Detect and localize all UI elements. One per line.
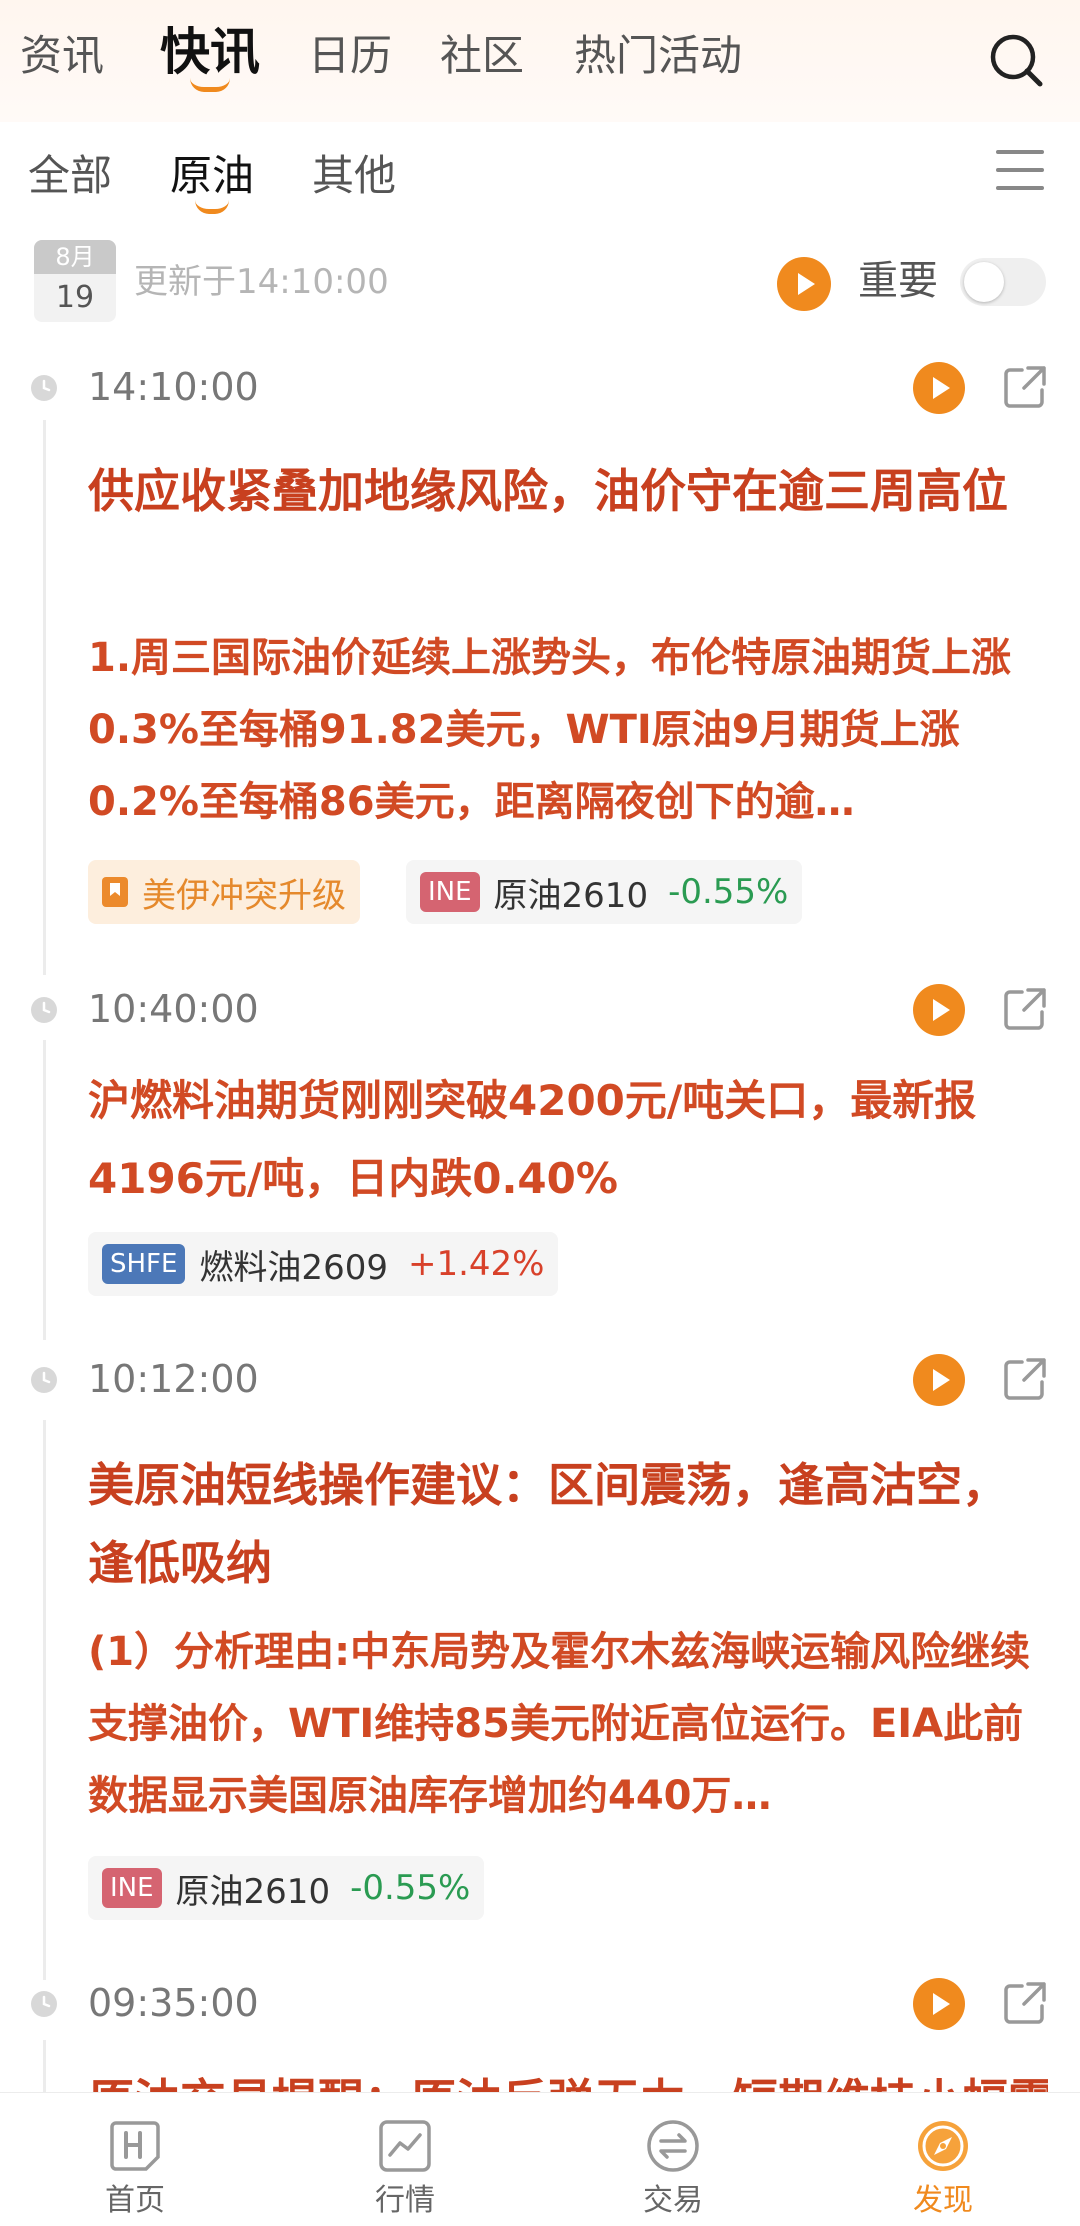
share-icon[interactable]: [1002, 986, 1048, 1032]
contract-name: 燃料油2609: [199, 1247, 388, 1288]
nav-discover[interactable]: 发现: [843, 2093, 1043, 2221]
tab-flash-label: 快讯: [160, 23, 260, 81]
exchange-badge: INE: [420, 872, 480, 912]
chart-line-icon: [379, 2120, 431, 2172]
search-icon[interactable]: [986, 30, 1046, 90]
news-time: 10:40:00: [88, 987, 259, 1031]
subtab-other[interactable]: 其他: [312, 148, 396, 204]
contract-change: -0.55%: [350, 1868, 471, 1908]
clock-icon: [31, 1991, 57, 2017]
sub-nav: 全部 原油 其他: [0, 122, 1080, 232]
news-time: 10:12:00: [88, 1357, 259, 1401]
tab-community[interactable]: 社区: [440, 28, 524, 88]
contract-chip[interactable]: INE 原油2610 -0.55%: [406, 860, 803, 924]
news-headline[interactable]: 美原油短线操作建议：区间震荡，逢高沽空，逢低吸纳: [88, 1446, 1048, 1602]
toggle-knob: [964, 262, 1004, 302]
nav-label: 行情: [375, 2183, 435, 2218]
nav-home[interactable]: 首页: [35, 2093, 235, 2221]
exchange-badge: SHFE: [102, 1244, 186, 1284]
active-subtab-indicator: [195, 200, 229, 214]
top-nav: 资讯 快讯 日历 社区 热门活动: [0, 0, 1080, 122]
updated-time: 更新于14:10:00: [134, 262, 389, 302]
contract-chip[interactable]: INE 原油2610 -0.55%: [88, 1856, 485, 1920]
nav-trade[interactable]: 交易: [573, 2093, 773, 2221]
play-all-icon[interactable]: [776, 256, 832, 312]
clock-icon: [31, 1367, 57, 1393]
play-icon[interactable]: [912, 1977, 966, 2031]
play-icon[interactable]: [912, 1353, 966, 1407]
tab-news[interactable]: 资讯: [20, 28, 104, 88]
subtab-all[interactable]: 全部: [28, 148, 112, 204]
date-day: 19: [55, 280, 95, 315]
timeline-line: [43, 2040, 46, 2100]
news-headline[interactable]: 供应收紧叠加地缘风险，油价守在逾三周高位: [88, 452, 1048, 530]
tab-flash[interactable]: 快讯: [160, 23, 260, 92]
news-body[interactable]: (1）分析理由:中东局势及霍尔木兹海峡运输风险继续支撑油价，WTI维持85美元附…: [88, 1616, 1050, 1832]
topic-label: 美伊冲突升级: [142, 875, 346, 916]
subtab-crude-oil[interactable]: 原油: [170, 148, 255, 214]
play-icon[interactable]: [912, 361, 966, 415]
news-body[interactable]: 1.周三国际油价延续上涨势头，布伦特原油期货上涨0.3%至每桶91.82美元，W…: [88, 622, 1050, 838]
clock-icon: [31, 375, 57, 401]
date-month: 8月: [34, 240, 116, 274]
tab-hot-events[interactable]: 热门活动: [574, 28, 742, 88]
news-headline[interactable]: 原油交易提醒：原油反弹无力，短期维持小幅震: [88, 2062, 1048, 2092]
play-icon[interactable]: [912, 983, 966, 1037]
news-time: 09:35:00: [88, 1981, 259, 2025]
contract-name: 原油2610: [175, 1871, 331, 1912]
nav-label: 交易: [643, 2183, 703, 2218]
important-label: 重要: [858, 258, 938, 304]
compass-icon: [918, 2121, 968, 2171]
important-toggle[interactable]: [960, 258, 1046, 306]
share-icon[interactable]: [1002, 364, 1048, 410]
bottom-nav: 首页 行情 交易 发现: [0, 2092, 1080, 2226]
contract-change: -0.55%: [668, 872, 789, 912]
contract-chip[interactable]: SHFE 燃料油2609 +1.42%: [88, 1232, 559, 1296]
share-icon[interactable]: [1002, 1356, 1048, 1402]
menu-icon[interactable]: [996, 150, 1044, 194]
contract-name: 原油2610: [493, 875, 649, 916]
bookmark-icon: [102, 877, 128, 907]
exchange-icon: [647, 2120, 699, 2172]
subtab-crude-oil-label: 原油: [170, 151, 255, 200]
timeline-line: [43, 420, 46, 975]
exchange-badge: INE: [102, 1868, 162, 1908]
nav-market[interactable]: 行情: [305, 2093, 505, 2221]
clock-icon: [31, 997, 57, 1023]
tab-calendar[interactable]: 日历: [308, 28, 392, 88]
timeline-line: [43, 1420, 46, 1980]
news-headline[interactable]: 沪燃料油期货刚刚突破4200元/吨关口，最新报4196元/吨，日内跌0.40%: [88, 1062, 1048, 1218]
home-h-icon: [110, 2121, 160, 2171]
contract-change: +1.42%: [407, 1244, 545, 1284]
date-badge: 8月 19: [34, 240, 116, 322]
nav-label: 发现: [913, 2183, 973, 2218]
topic-chip[interactable]: 美伊冲突升级: [88, 860, 360, 924]
nav-label: 首页: [105, 2183, 165, 2218]
share-icon[interactable]: [1002, 1980, 1048, 2026]
news-time: 14:10:00: [88, 365, 259, 409]
active-tab-indicator: [190, 78, 230, 92]
timeline-line: [43, 1040, 46, 1340]
